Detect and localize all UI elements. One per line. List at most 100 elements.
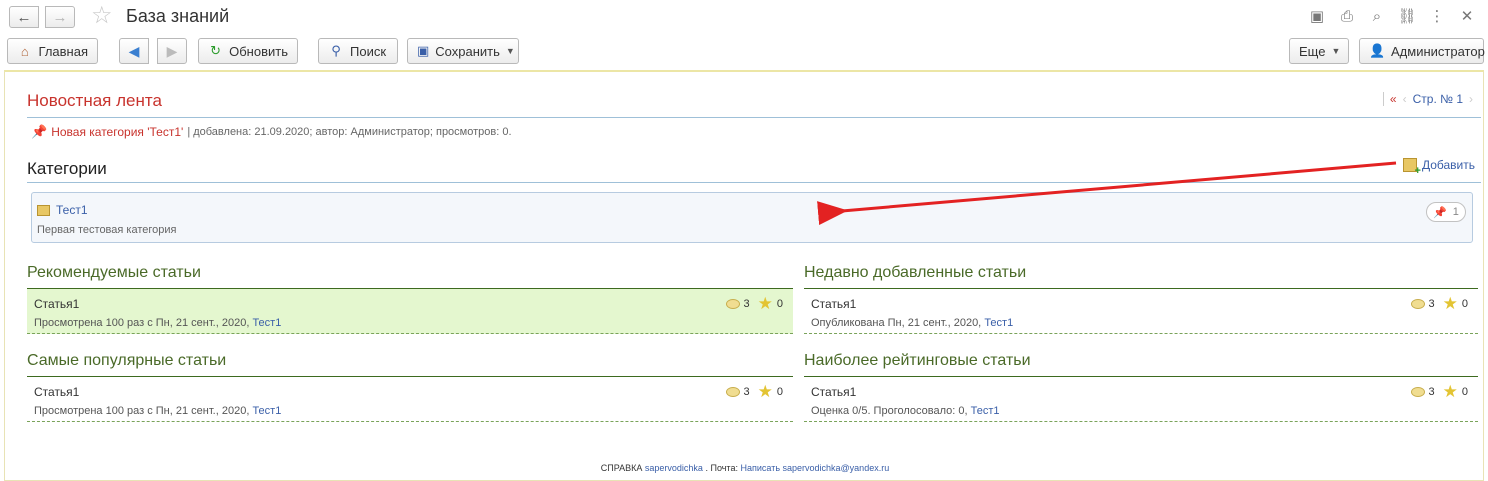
pin-icon: 📌 [1433,206,1447,219]
article-category-link[interactable]: Тест1 [971,405,1000,417]
news-item-meta: | добавлена: 21.09.2020; автор: Админист… [187,126,512,138]
content-frame: Новостная лента « ‹ Стр. № 1 › 📌 Новая к… [4,70,1484,481]
comment-count: 3 [1428,298,1435,310]
footer-author-link[interactable]: sapervodichka [645,463,703,473]
rating-value: 0 [1461,298,1468,310]
arrow-right-icon: → [52,8,68,26]
comment-count: 3 [743,386,750,398]
article-title[interactable]: Статья1 [34,297,79,311]
categories-heading: Категории [27,159,107,178]
home-icon: ⌂ [20,43,29,59]
home-button[interactable]: ⌂ Главная [7,38,98,64]
page-footer: СПРАВКА sapervodichka . Почта: Написать … [5,463,1485,473]
category-description: Первая тестовая категория [37,224,177,236]
save-icon[interactable]: ▣ [1308,7,1326,25]
window-actions: ▣ ⎙ ⌕ ⛓ ⋮ ✕ [1308,7,1476,26]
save-button[interactable]: ▣ Сохранить ▼ [407,38,519,64]
chevron-down-icon: ▼ [1331,46,1341,56]
user-button-label: Администратор [1391,43,1485,59]
chevron-down-icon: ▼ [505,46,515,56]
article-stats: 3 ★ 0 [1410,382,1468,401]
category-count: 1 [1452,206,1459,218]
footer-mail-label: . Почта: [705,463,738,473]
comment-bubble-icon [725,299,740,309]
refresh-button[interactable]: ↻ Обновить [198,38,298,64]
pager-divider [1382,92,1384,106]
favorite-star-icon[interactable]: ☆ [91,3,113,29]
window-title: База знаний [126,6,230,26]
more-button[interactable]: Еще ▼ [1289,38,1349,64]
pager-page-label: Стр. № 1 [1412,92,1463,106]
preview-icon[interactable]: ⌕ [1368,7,1386,25]
article-row[interactable]: Статья1 Просмотрена 100 раз с Пн, 21 сен… [27,289,793,334]
add-folder-icon [1402,158,1421,177]
article-stats: 3 ★ 0 [725,382,783,401]
comment-bubble-icon [1410,299,1425,309]
search-button-label: Поиск [350,43,387,59]
news-item-link[interactable]: Новая категория 'Тест1' [51,125,183,139]
article-meta: Опубликована Пн, 21 сент., 2020, Тест1 [811,317,1013,329]
rating-star-icon: ★ [757,382,773,401]
article-title[interactable]: Статья1 [811,385,856,399]
category-name[interactable]: Тест1 [37,203,88,217]
more-button-label: Еще [1299,43,1326,59]
article-stats: 3 ★ 0 [725,295,783,312]
search-button[interactable]: ⚲ Поиск [318,38,398,64]
add-category-label: Добавить [1421,158,1475,172]
article-title[interactable]: Статья1 [34,385,79,399]
comment-bubble-icon [725,387,740,397]
close-icon[interactable]: ✕ [1458,7,1476,25]
article-meta-text: Просмотрена 100 раз с Пн, 21 сент., 2020… [34,405,250,417]
link-icon[interactable]: ⛓ [1397,7,1416,25]
forward-arrow-icon: ▶ [166,42,178,59]
recent-articles-section: Недавно добавленные статьи Статья1 Опубл… [804,264,1478,334]
recommended-articles-section: Рекомендуемые статьи Статья1 Просмотрена… [27,264,793,334]
search-icon: ⚲ [331,43,341,58]
category-name-label: Тест1 [56,203,88,217]
article-row[interactable]: Статья1 Просмотрена 100 раз с Пн, 21 сен… [27,377,793,422]
user-icon: 👤 [1369,43,1386,58]
article-title[interactable]: Статья1 [811,297,856,311]
article-category-link[interactable]: Тест1 [252,317,281,329]
back-button[interactable]: ← [9,6,39,28]
command-bar: ⌂ Главная ◀ ▶ ↻ Обновить ⚲ Поиск ▣ Сохра… [0,38,1488,66]
forward-button[interactable]: → [45,6,75,28]
history-back-button[interactable]: ◀ [119,38,149,64]
footer-mail-link[interactable]: Написать sapervodichka@yandex.ru [740,463,889,473]
article-meta: Просмотрена 100 раз с Пн, 21 сент., 2020… [34,317,281,329]
article-category-link[interactable]: Тест1 [252,405,281,417]
article-meta: Просмотрена 100 раз с Пн, 21 сент., 2020… [34,405,281,417]
rating-star-icon: ★ [1442,294,1458,313]
rating-star-icon: ★ [1442,382,1458,401]
comment-count: 3 [743,298,750,310]
arrow-left-icon: ← [16,8,32,26]
pager-prev-button[interactable]: ‹ [1403,92,1407,106]
article-row[interactable]: Статья1 Опубликована Пн, 21 сент., 2020,… [804,289,1478,334]
history-forward-button[interactable]: ▶ [157,38,187,64]
article-meta: Оценка 0/5. Проголосовало: 0, Тест1 [811,405,999,417]
section-title: Недавно добавленные статьи [804,264,1027,281]
article-meta-text: Просмотрена 100 раз с Пн, 21 сент., 2020… [34,317,250,329]
article-category-link[interactable]: Тест1 [984,317,1013,329]
more-icon[interactable]: ⋮ [1428,7,1446,25]
category-card[interactable]: Тест1 Первая тестовая категория 📌 1 [31,192,1473,243]
user-button[interactable]: 👤 Администратор [1359,38,1485,64]
section-title: Самые популярные статьи [27,352,227,369]
news-pager: « ‹ Стр. № 1 › [1382,92,1473,106]
comment-count: 3 [1428,386,1435,398]
pager-first-button[interactable]: « [1390,92,1397,106]
save-button-label: Сохранить [435,43,500,59]
article-meta-text: Опубликована Пн, 21 сент., 2020, [811,317,982,329]
divider [27,182,1481,183]
refresh-icon: ↻ [210,43,222,58]
add-category-button[interactable]: Добавить [1402,158,1475,177]
news-item: 📌 Новая категория 'Тест1' | добавлена: 2… [31,124,512,140]
news-feed-heading: Новостная лента [27,91,162,110]
article-row[interactable]: Статья1 Оценка 0/5. Проголосовало: 0, Те… [804,377,1478,422]
print-icon[interactable]: ⎙ [1338,7,1356,25]
pager-next-button[interactable]: › [1469,92,1473,106]
popular-articles-section: Самые популярные статьи Статья1 Просмотр… [27,352,793,422]
floppy-icon: ▣ [417,43,430,58]
section-title: Наиболее рейтинговые статьи [804,352,1031,369]
rating-value: 0 [1461,386,1468,398]
